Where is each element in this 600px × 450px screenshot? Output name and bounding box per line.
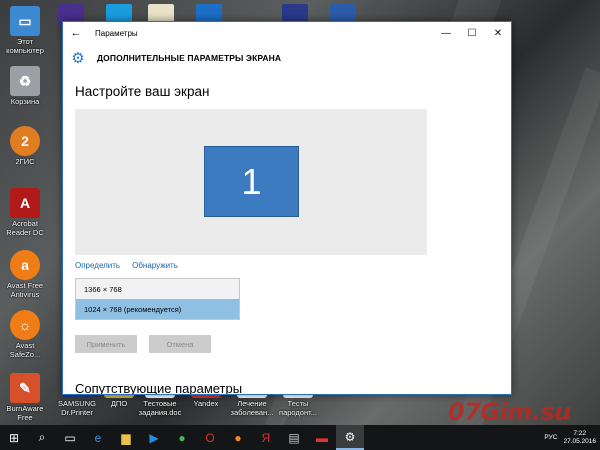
- avast-safezone-icon: ☼: [10, 310, 40, 340]
- clock-date: 27.05.2016: [563, 437, 596, 445]
- display-preview-area: 1: [75, 109, 427, 255]
- language-indicator[interactable]: РУС: [544, 434, 557, 441]
- explorer-icon[interactable]: ▆: [112, 425, 140, 450]
- gear-icon: ⚙: [71, 50, 85, 67]
- avast-icon: a: [10, 250, 40, 280]
- desktop-icon-this-pc[interactable]: ▭ Этот компьютер: [2, 6, 48, 55]
- page-title: ДОПОЛНИТЕЛЬНЫЕ ПАРАМЕТРЫ ЭКРАНА: [97, 53, 282, 63]
- related-settings-heading: Сопутствующие параметры: [75, 381, 243, 395]
- desktop-icon-burnaware[interactable]: ✎ BurnAware Free: [2, 373, 48, 422]
- title-bar: ← Параметры — ☐ ✕: [63, 22, 511, 44]
- desktop-icon-acrobat[interactable]: A Acrobat Reader DC: [2, 188, 48, 237]
- search-icon[interactable]: ⌕: [28, 425, 56, 450]
- start-icon[interactable]: ⊞: [0, 425, 28, 450]
- firefox-icon[interactable]: ●: [224, 425, 252, 450]
- system-tray: РУС 7:22 27.05.2016: [544, 430, 600, 446]
- section-heading: Настройте ваш экран: [75, 84, 210, 99]
- task-view-icon[interactable]: ▭: [56, 425, 84, 450]
- recycle-bin-icon: ♻: [10, 66, 40, 96]
- resolution-option[interactable]: 1366 × 768: [76, 279, 239, 299]
- desktop-icon-avast-safezone[interactable]: ☼ Avast SafeZo...: [2, 310, 48, 359]
- desktop-icon-label: BurnAware Free: [6, 404, 44, 422]
- desktop-icon-avast[interactable]: a Avast Free Antivirus: [2, 250, 48, 299]
- window-title: Параметры: [95, 28, 138, 38]
- desktop-icon-label: SAMSUNG Dr.Printer: [58, 399, 96, 417]
- desktop-icon-label: Тесты пародонт...: [279, 399, 317, 417]
- desktop-icon-label: Avast Free Antivirus: [6, 281, 44, 299]
- detect-link[interactable]: Обнаружить: [132, 261, 178, 270]
- desktop-icon-label: Yandex: [193, 399, 219, 408]
- app-icon[interactable]: ▬: [308, 425, 336, 450]
- desktop-icon-label: 2ГИС: [15, 157, 35, 166]
- resolution-option-selected[interactable]: 1024 × 768 (рекомендуется): [76, 299, 239, 319]
- acrobat-icon: A: [10, 188, 40, 218]
- settings-icon[interactable]: ⚙: [336, 425, 364, 450]
- desktop-icon-label: Корзина: [10, 97, 40, 106]
- apply-button[interactable]: Применить: [75, 335, 137, 353]
- media-player-icon[interactable]: ▶: [140, 425, 168, 450]
- desktop-icon-2gis[interactable]: 2 2ГИС: [2, 126, 48, 167]
- 2gis-icon: 2: [10, 126, 40, 156]
- content-area: Настройте ваш экран 1 Определить Обнаруж…: [63, 72, 511, 395]
- display-tile[interactable]: 1: [204, 146, 299, 217]
- edge-icon[interactable]: e: [84, 425, 112, 450]
- desktop-icon-recycle-bin[interactable]: ♻ Корзина: [2, 66, 48, 107]
- maximize-button[interactable]: ☐: [459, 22, 485, 44]
- desktop-icon-label: Тестовые задания.doc: [138, 399, 182, 417]
- minimize-button[interactable]: —: [433, 22, 459, 44]
- resolution-dropdown[interactable]: 1366 × 768 1024 × 768 (рекомендуется): [75, 278, 240, 320]
- watermark: 07Gim.su: [448, 398, 571, 426]
- cancel-button[interactable]: Отмена: [149, 335, 211, 353]
- computer-icon: ▭: [10, 6, 40, 36]
- close-button[interactable]: ✕: [485, 22, 511, 44]
- settings-window: ← Параметры — ☐ ✕ ⚙ ДОПОЛНИТЕЛЬНЫЕ ПАРАМ…: [62, 21, 512, 395]
- display-links: Определить Обнаружить: [75, 261, 499, 270]
- desktop-icon-label: Этот компьютер: [6, 37, 44, 55]
- action-buttons: Применить Отмена: [75, 335, 499, 353]
- printer-icon[interactable]: ▤: [280, 425, 308, 450]
- taskbar: ⊞ ⌕ ▭ e ▆ ▶ ● O ● Я ▤ ▬ ⚙ РУС 7:22 27.05…: [0, 425, 600, 450]
- clock-time: 7:22: [573, 429, 587, 437]
- identify-link[interactable]: Определить: [75, 261, 120, 270]
- desktop-icon-label: Avast SafeZo...: [9, 341, 41, 359]
- desktop-icon-label: ДПО: [110, 399, 128, 408]
- back-arrow-icon[interactable]: ←: [63, 22, 89, 44]
- yandex-icon[interactable]: Я: [252, 425, 280, 450]
- chrome-icon[interactable]: ●: [168, 425, 196, 450]
- desktop-icon-label: Лечение заболеван...: [230, 399, 274, 417]
- desktop-icon-label: Acrobat Reader DC: [6, 219, 44, 237]
- clock[interactable]: 7:22 27.05.2016: [563, 430, 596, 446]
- burnaware-icon: ✎: [10, 373, 40, 403]
- settings-header: ⚙ ДОПОЛНИТЕЛЬНЫЕ ПАРАМЕТРЫ ЭКРАНА: [63, 44, 511, 72]
- opera-icon[interactable]: O: [196, 425, 224, 450]
